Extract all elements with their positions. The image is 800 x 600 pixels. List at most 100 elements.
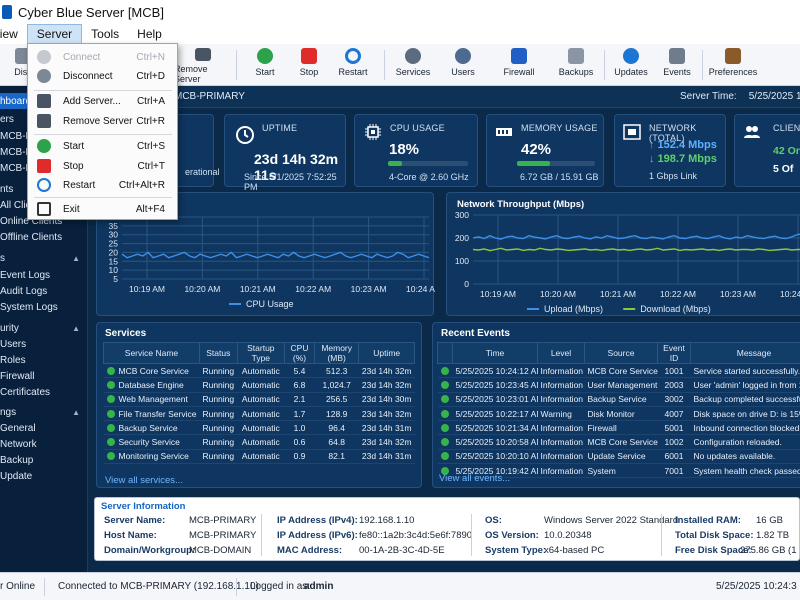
table-row[interactable]: Security Service Running Automatic 0.6 64.8 2… xyxy=(103,434,415,450)
exit-icon xyxy=(37,202,51,216)
info-level-icon xyxy=(440,366,449,375)
sidebar-item-event-logs[interactable]: Event Logs xyxy=(0,267,88,283)
menu-item-restart[interactable]: Restart Ctrl+Alt+R xyxy=(28,175,177,195)
table-row[interactable]: 5/25/2025 10:20:58 AM Information MCB Core… xyxy=(437,434,800,450)
menu-item-exit[interactable]: Exit Alt+F4 xyxy=(28,199,177,219)
services-column-header[interactable]: Service Name xyxy=(103,342,200,364)
menu-server[interactable]: Server xyxy=(26,24,83,44)
services-column-header[interactable]: Startup Type xyxy=(236,342,286,364)
sidebar-item-audit-logs[interactable]: Audit Logs xyxy=(0,283,88,299)
table-row[interactable]: 5/25/2025 10:23:45 AM Information User Man… xyxy=(437,377,800,393)
y-tick-label: 35 xyxy=(109,221,119,231)
menu-item-connect[interactable]: Connect Ctrl+N xyxy=(28,47,177,67)
sidebar-item-roles[interactable]: Roles xyxy=(0,352,88,368)
toolbar-events-button[interactable]: Events xyxy=(648,48,706,84)
download-icon xyxy=(623,48,639,64)
toolbar-preferences-button[interactable]: Preferences xyxy=(702,48,764,84)
menu-separator xyxy=(34,197,172,198)
sidebar-item-certificates[interactable]: Certificates xyxy=(0,384,88,400)
view-all-events-link[interactable]: View all events... xyxy=(439,473,510,484)
y-tick-label: 100 xyxy=(455,256,469,266)
x-tick-label: 10:23 AM xyxy=(351,284,387,294)
status-bar: r Online Connected to MCB-PRIMARY (192.1… xyxy=(0,572,800,600)
table-row[interactable]: File Transfer Service Running Automatic 1.7… xyxy=(103,406,415,422)
menu-help[interactable]: Help xyxy=(128,24,171,44)
table-row[interactable]: Database Engine Running Automatic 6.8 1,024.… xyxy=(103,377,415,393)
y-tick-label: 0 xyxy=(464,279,469,289)
x-tick-label: 10:19 AM xyxy=(129,284,165,294)
services-column-header[interactable]: Memory (MB) xyxy=(313,342,360,364)
table-cell: 4007 xyxy=(657,406,691,422)
table-cell: 1.0 xyxy=(284,420,315,436)
sidebar-item-general[interactable]: General xyxy=(0,420,88,436)
table-cell: Backup completed successfully. xyxy=(690,392,800,407)
events-column-header[interactable]: Level xyxy=(537,342,585,364)
events-table: Time Level Source Event ID Message 5/25/2025… xyxy=(437,342,800,479)
sidebar-group-logs[interactable]: s ▲ xyxy=(0,250,88,266)
sidebar-item-firewall[interactable]: Firewall xyxy=(0,368,88,384)
sidebar-group-settings[interactable]: ngs ▲ xyxy=(0,404,88,420)
toolbar-users-button[interactable]: Users xyxy=(434,48,492,84)
info-value: x64-based PC xyxy=(544,545,605,556)
services-column-header[interactable]: CPU (%) xyxy=(284,342,315,364)
sidebar-item-backup[interactable]: Backup xyxy=(0,452,88,468)
toolbar-backups-button[interactable]: Backups xyxy=(547,48,605,84)
menu-tools[interactable]: Tools xyxy=(82,24,128,44)
menu-view[interactable]: View xyxy=(0,24,27,44)
menu-item-remove-server[interactable]: Remove Server Ctrl+R xyxy=(28,111,177,131)
services-column-header[interactable]: Uptime xyxy=(358,342,415,364)
status-datetime: 5/25/2025 10:24:3 xyxy=(716,581,797,592)
status-ok-icon xyxy=(106,366,115,375)
table-row[interactable]: 5/25/2025 10:20:10 AM Information Update S… xyxy=(437,449,800,465)
table-row[interactable]: Web Management Running Automatic 2.1 256.5 23… xyxy=(103,392,415,407)
sidebar-item-update[interactable]: Update xyxy=(0,468,88,484)
info-key: MAC Address: xyxy=(277,545,343,556)
clients-online: 42 On xyxy=(773,145,800,157)
toolbar-restart-button[interactable]: Restart xyxy=(324,48,382,84)
table-cell: Update Service xyxy=(584,449,658,465)
table-cell: Running xyxy=(199,420,238,436)
sidebar-item-network[interactable]: Network xyxy=(0,436,88,452)
info-key: Server Name: xyxy=(104,515,166,526)
table-cell: MCB Core Service xyxy=(584,434,658,450)
events-column-header[interactable]: Message xyxy=(690,342,800,364)
table-cell: Information xyxy=(537,449,585,465)
table-cell: Web Management xyxy=(103,392,200,407)
toolbar-firewall-button[interactable]: Firewall xyxy=(490,48,548,84)
table-cell: 23d 14h 30m xyxy=(358,392,415,407)
menu-item-stop[interactable]: Stop Ctrl+T xyxy=(28,156,177,176)
table-row[interactable]: MCB Core Service Running Automatic 5.4 512.3… xyxy=(103,363,415,379)
table-row[interactable]: 5/25/2025 10:21:34 AM Information Firewall… xyxy=(437,420,800,436)
info-divider xyxy=(661,514,662,556)
sidebar-group-security[interactable]: urity ▲ xyxy=(0,320,88,336)
table-cell: 23d 14h 32m xyxy=(358,377,415,393)
sidebar-item-system-logs[interactable]: System Logs xyxy=(0,299,88,315)
table-cell: Automatic xyxy=(237,406,285,422)
events-column-header[interactable]: Event ID xyxy=(657,342,691,364)
menu-item-add-server[interactable]: Add Server... Ctrl+A xyxy=(28,91,177,111)
events-column-header[interactable]: Time xyxy=(452,342,538,364)
services-column-header[interactable]: Status xyxy=(198,342,238,364)
sidebar-item-users[interactable]: Users xyxy=(0,336,88,352)
table-row[interactable]: Backup Service Running Automatic 1.0 96.4 23d… xyxy=(103,420,415,436)
network-download: ↓ 198.7 Mbps xyxy=(649,153,717,165)
events-title: Recent Events xyxy=(441,328,510,339)
chevron-up-icon: ▲ xyxy=(72,253,80,263)
view-all-services-link[interactable]: View all services... xyxy=(105,475,183,486)
table-row[interactable]: 5/25/2025 10:22:17 AM Warning Disk Monitor… xyxy=(437,406,800,422)
clients-card: CLIENTS 42 On 5 Of xyxy=(734,114,800,187)
table-row[interactable]: Monitoring Service Running Automatic 0.9 82.… xyxy=(103,449,415,465)
toolbar-remove-server-button[interactable]: Remove Server xyxy=(174,48,232,84)
menu-item-disconnect[interactable]: Disconnect Ctrl+D xyxy=(28,66,177,86)
info-value: 192.168.1.10 xyxy=(359,515,415,526)
table-row[interactable]: 5/25/2025 10:23:01 AM Information Backup S… xyxy=(437,392,800,407)
menu-item-start[interactable]: Start Ctrl+S xyxy=(28,136,177,156)
network-sub: 1 Gbps Link xyxy=(649,171,698,181)
sidebar-item-offline-clients[interactable]: Offline Clients xyxy=(0,229,88,245)
table-cell: 2.1 xyxy=(284,392,315,407)
y-tick-label: 200 xyxy=(455,233,469,243)
window-title: Cyber Blue Server [MCB] xyxy=(18,4,164,20)
x-tick-label: 10:22 AM xyxy=(295,284,331,294)
table-row[interactable]: 5/25/2025 10:24:12 AM Information MCB Core… xyxy=(437,363,800,379)
events-column-header[interactable]: Source xyxy=(584,342,658,364)
